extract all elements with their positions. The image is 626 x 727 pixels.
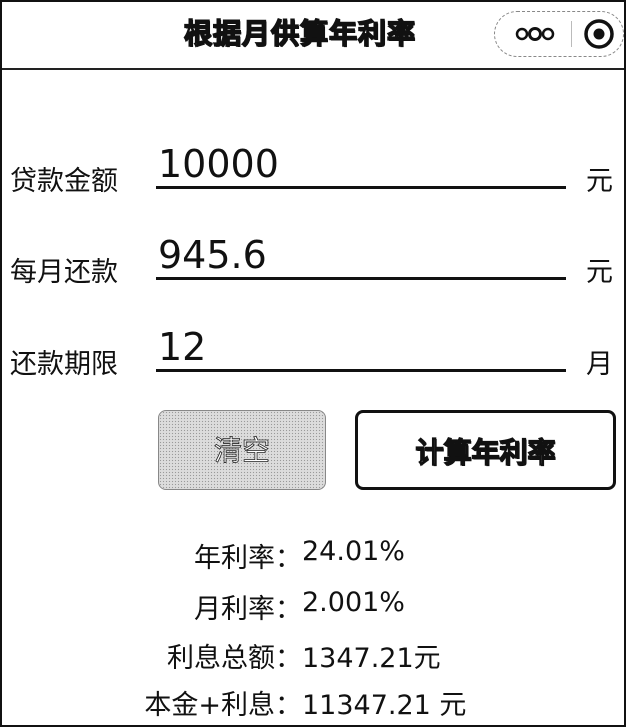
monthly-rate-label: 月利率： <box>194 594 302 625</box>
term-input[interactable] <box>156 325 568 369</box>
monthly-rate-value: 2.001% <box>302 587 405 618</box>
title-bar: 根据月供算年利率 <box>2 2 624 70</box>
loan-amount-unit: 元 <box>586 166 613 197</box>
result-row-monthly-rate: 月利率： 2.001% <box>2 583 624 625</box>
term-row: 还款期限 月 <box>2 325 624 385</box>
term-field <box>156 325 568 372</box>
term-unit: 月 <box>586 349 613 380</box>
loan-amount-field <box>156 142 568 189</box>
app-window: 根据月供算年利率 贷款金额 元 每月还款 <box>0 0 626 727</box>
loan-amount-row: 贷款金额 元 <box>2 142 624 202</box>
annual-rate-label: 年利率： <box>194 543 302 574</box>
monthly-payment-label: 每月还款 <box>10 257 118 288</box>
monthly-payment-input[interactable] <box>156 233 568 277</box>
total-interest-label: 利息总额： <box>167 643 302 674</box>
loan-amount-input[interactable] <box>156 142 568 186</box>
term-label: 还款期限 <box>10 349 118 380</box>
result-row-principal-plus-interest: 本金+利息： 11347.21 元 <box>2 679 624 721</box>
total-interest-value: 1347.21元 <box>302 643 441 674</box>
monthly-payment-row: 每月还款 元 <box>2 233 624 293</box>
clear-button[interactable]: 清空 <box>158 410 326 490</box>
more-dots-icon[interactable] <box>515 26 555 42</box>
calculate-button[interactable]: 计算年利率 <box>355 410 616 490</box>
close-target-icon[interactable] <box>583 18 615 50</box>
menu-capsule <box>494 11 624 57</box>
capsule-divider <box>571 21 572 47</box>
principal-plus-interest-value: 11347.21 元 <box>302 690 467 721</box>
annual-rate-value: 24.01% <box>302 536 405 567</box>
monthly-payment-unit: 元 <box>586 257 613 288</box>
result-row-total-interest: 利息总额： 1347.21元 <box>2 632 624 674</box>
principal-plus-interest-label: 本金+利息： <box>144 690 302 721</box>
result-row-annual-rate: 年利率： 24.01% <box>2 532 624 574</box>
monthly-payment-field <box>156 233 568 280</box>
loan-amount-label: 贷款金额 <box>10 166 118 197</box>
